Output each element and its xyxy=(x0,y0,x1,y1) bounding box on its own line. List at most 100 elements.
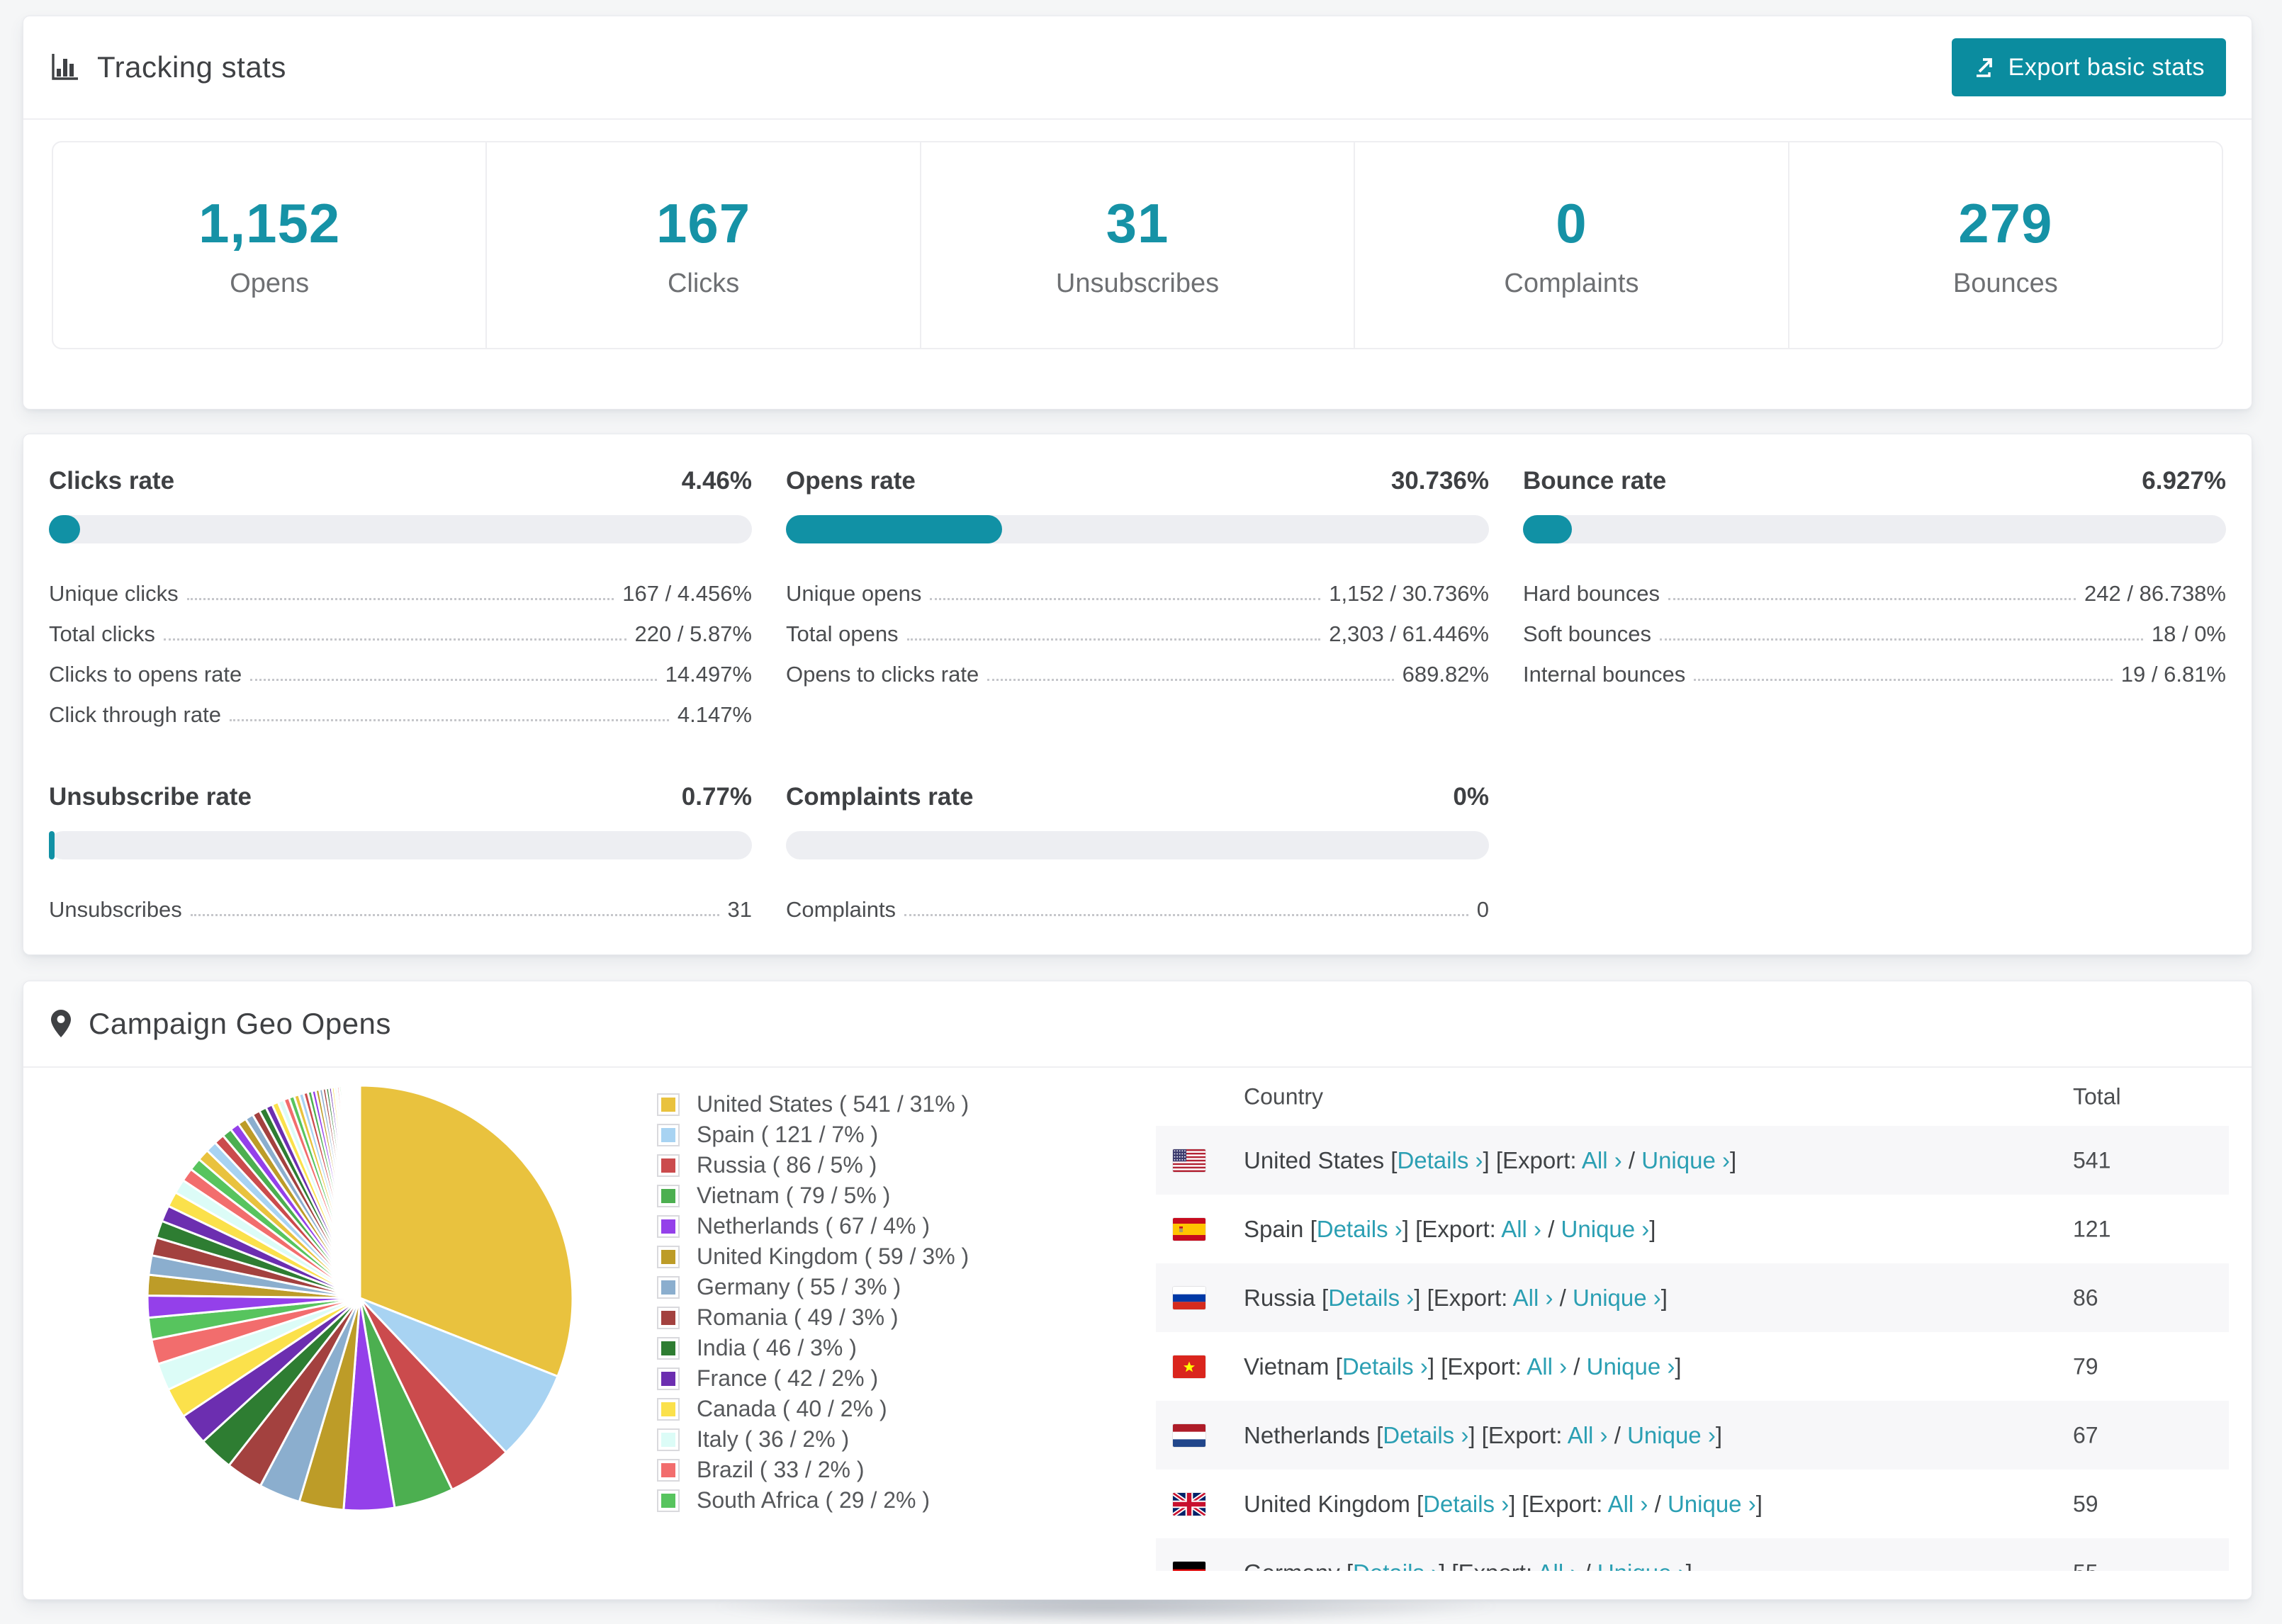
flag-es-icon xyxy=(1173,1217,1205,1241)
rate-row-value: 167 / 4.456% xyxy=(622,581,752,606)
stat-cell-unsubscribes: 31 Unsubscribes xyxy=(921,142,1356,348)
rate-row-label: Unsubscribes xyxy=(49,897,182,922)
rates-card: Clicks rate 4.46% Unique clicks 167 / 4.456… xyxy=(23,434,2252,955)
dotted-leader xyxy=(1659,638,2143,641)
tracking-card-header: Tracking stats Export basic stats xyxy=(23,16,2252,120)
bracket: [ xyxy=(1416,1490,1424,1517)
dotted-leader xyxy=(190,914,719,916)
export-all-link[interactable]: All › xyxy=(1608,1491,1648,1517)
total-cell: 67 xyxy=(2073,1422,2098,1448)
bracket: ] xyxy=(1729,1146,1737,1173)
details-link[interactable]: Details › xyxy=(1383,1422,1468,1448)
rate-row-value: 1,152 / 30.736% xyxy=(1329,581,1489,606)
legend-item-united-states: United States ( 541 / 31% ) xyxy=(657,1089,969,1120)
rate-row-label: Soft bounces xyxy=(1523,621,1651,646)
country-cell: Spain [Details ›] [Export: All › / Uniqu… xyxy=(1244,1216,1656,1243)
dotted-leader xyxy=(1694,679,2113,681)
geo-opens-pie-chart[interactable] xyxy=(140,1078,580,1518)
rate-row-value: 31 xyxy=(727,897,752,922)
stat-cell-bounces: 279 Bounces xyxy=(1789,142,2222,348)
legend-swatch-icon xyxy=(657,1275,680,1299)
export-basic-stats-button[interactable]: Export basic stats xyxy=(1951,38,2226,96)
rate-rows: Unique clicks 167 / 4.456% Total clicks 220… xyxy=(49,566,752,728)
details-link[interactable]: Details › xyxy=(1328,1285,1414,1311)
export-all-link[interactable]: All › xyxy=(1582,1147,1622,1173)
rate-section-header: Bounce rate 6.927% xyxy=(1523,467,2226,495)
legend-item-india: India ( 46 / 3% ) xyxy=(657,1333,969,1363)
column-header-country: Country xyxy=(1244,1083,1324,1110)
legend-label: Brazil ( 33 / 2% ) xyxy=(697,1457,865,1482)
country-cell: United Kingdom [Details ›] [Export: All … xyxy=(1244,1491,1763,1518)
stat-value: 1,152 xyxy=(198,192,341,254)
export-all-link[interactable]: All › xyxy=(1527,1353,1567,1380)
rate-row: Click through rate 4.147% xyxy=(49,687,752,728)
flag-us-icon xyxy=(1173,1149,1205,1172)
export-button-label: Export basic stats xyxy=(2008,53,2205,81)
legend-item-russia: Russia ( 86 / 5% ) xyxy=(657,1150,969,1180)
progress-bar xyxy=(786,515,1489,543)
export-unique-link[interactable]: Unique › xyxy=(1641,1147,1730,1173)
stat-label: Opens xyxy=(230,269,310,298)
legend-item-italy: Italy ( 36 / 2% ) xyxy=(657,1424,969,1455)
legend-swatch-icon xyxy=(657,1489,680,1512)
legend-swatch-icon xyxy=(657,1123,680,1146)
country-cell: Netherlands [Details ›] [Export: All › /… xyxy=(1244,1422,1722,1449)
rate-row: Unique opens 1,152 / 30.736% xyxy=(786,566,1489,607)
rate-section-header: Complaints rate 0% xyxy=(786,783,1489,811)
rate-row-value: 2,303 / 61.446% xyxy=(1329,621,1489,646)
progress-bar-fill xyxy=(49,831,55,859)
country-name: United Kingdom xyxy=(1244,1490,1417,1517)
details-link[interactable]: Details › xyxy=(1317,1216,1403,1242)
legend-item-south-africa: South Africa ( 29 / 2% ) xyxy=(657,1485,969,1516)
dotted-leader xyxy=(229,719,669,721)
slash-separator: / xyxy=(1567,1353,1587,1380)
export-prefix: ] [Export: xyxy=(1509,1490,1608,1517)
export-icon xyxy=(1973,55,1997,79)
pie-slice-63[interactable] xyxy=(357,1084,361,1299)
stat-strip: 1,152 Opens 167 Clicks 31 Unsubscribes 0 Compla… xyxy=(52,141,2223,349)
total-cell: 121 xyxy=(2073,1216,2111,1241)
legend-item-netherlands: Netherlands ( 67 / 4% ) xyxy=(657,1211,969,1241)
export-all-link[interactable]: All › xyxy=(1501,1216,1541,1242)
export-unique-link[interactable]: Unique › xyxy=(1587,1353,1675,1380)
rate-row-label: Total clicks xyxy=(49,621,155,646)
country-name: United States xyxy=(1244,1146,1391,1173)
bracket: ] xyxy=(1715,1421,1722,1448)
rate-value: 30.736% xyxy=(1390,467,1489,495)
legend-label: Netherlands ( 67 / 4% ) xyxy=(697,1213,931,1239)
geo-title: Campaign Geo Opens xyxy=(89,1007,391,1040)
rate-rows: Unique opens 1,152 / 30.736% Total opens 2,… xyxy=(786,566,1489,687)
stat-value: 279 xyxy=(1958,192,2053,254)
rate-value: 0.77% xyxy=(681,783,752,811)
legend-swatch-icon xyxy=(657,1336,680,1360)
progress-bar xyxy=(1523,515,2226,543)
legend-label: United Kingdom ( 59 / 3% ) xyxy=(697,1244,969,1269)
export-unique-link[interactable]: Unique › xyxy=(1668,1491,1756,1517)
export-unique-link[interactable]: Unique › xyxy=(1627,1422,1716,1448)
legend-label: Italy ( 36 / 2% ) xyxy=(697,1426,850,1452)
legend-item-romania: Romania ( 49 / 3% ) xyxy=(657,1302,969,1333)
legend-swatch-icon xyxy=(657,1397,680,1421)
rate-row-value: 19 / 6.81% xyxy=(2120,662,2226,687)
flag-nl-icon xyxy=(1173,1423,1205,1447)
bar-chart-icon xyxy=(49,52,80,83)
details-link[interactable]: Details › xyxy=(1423,1491,1509,1517)
details-link[interactable]: Details › xyxy=(1397,1147,1483,1173)
rate-row: Total clicks 220 / 5.87% xyxy=(49,607,752,647)
export-prefix: ] [Export: xyxy=(1468,1421,1568,1448)
table-row-es: Spain [Details ›] [Export: All › / Uniqu… xyxy=(1156,1195,2229,1263)
export-unique-link[interactable]: Unique › xyxy=(1561,1216,1650,1242)
bracket: [ xyxy=(1310,1215,1317,1242)
export-all-link[interactable]: All › xyxy=(1513,1285,1553,1311)
rate-row: Soft bounces 18 / 0% xyxy=(1523,607,2226,647)
legend-label: Romania ( 49 / 3% ) xyxy=(697,1304,899,1330)
rate-row-value: 18 / 0% xyxy=(2151,621,2226,646)
rate-rows: Unsubscribes 31 xyxy=(49,882,752,923)
export-all-link[interactable]: All › xyxy=(1568,1422,1608,1448)
details-link[interactable]: Details › xyxy=(1342,1353,1428,1380)
export-unique-link[interactable]: Unique › xyxy=(1573,1285,1661,1311)
page-title: Tracking stats xyxy=(97,50,286,84)
legend-item-france: France ( 42 / 2% ) xyxy=(657,1363,969,1394)
legend-swatch-icon xyxy=(657,1458,680,1482)
legend-label: France ( 42 / 2% ) xyxy=(697,1365,879,1391)
